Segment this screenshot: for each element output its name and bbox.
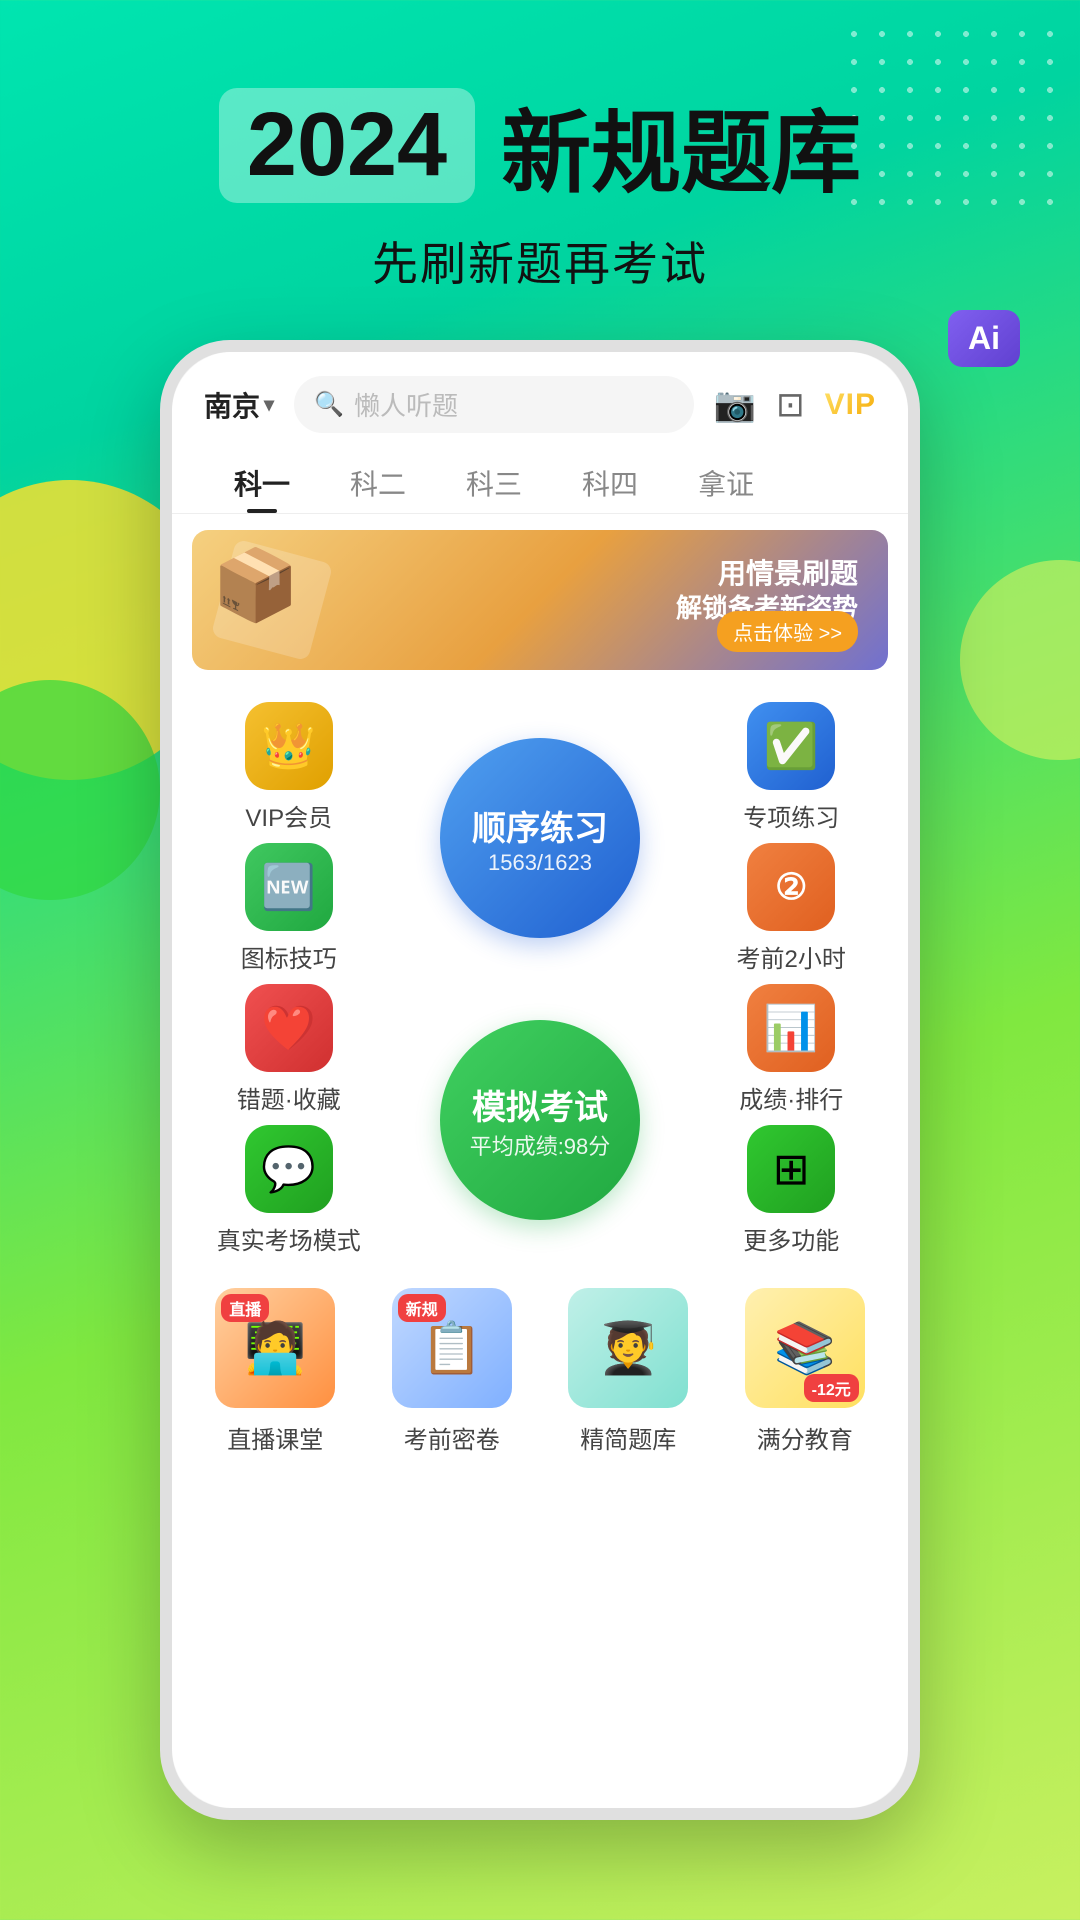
exam-papers-illustration: 📋: [421, 1319, 483, 1378]
search-icon: 🔍: [314, 390, 344, 419]
scores-label: 成绩·排行: [739, 1080, 843, 1115]
grid-cell-more[interactable]: ⊞ 更多功能: [698, 1125, 884, 1256]
tab-ke1[interactable]: 科一: [204, 449, 320, 513]
vip-label: VIP会员: [245, 798, 332, 833]
vip-icon: 👑: [245, 702, 333, 790]
live-class-label: 直播课堂: [227, 1420, 323, 1455]
banner-illustration: 📦: [212, 545, 299, 627]
tab-ke2[interactable]: 科二: [320, 449, 436, 513]
tab-ke4[interactable]: 科四: [552, 449, 668, 513]
tab-nazheng[interactable]: 拿证: [668, 449, 784, 513]
chevron-down-icon: ▾: [264, 392, 274, 417]
new-badge: 新规: [398, 1294, 446, 1322]
more-label: 更多功能: [743, 1221, 839, 1256]
special-practice-label: 专项练习: [743, 798, 839, 833]
exam-room-label: 真实考场模式: [217, 1221, 361, 1256]
location-text: 南京: [204, 385, 260, 425]
full-score-illustration: 📚: [774, 1319, 836, 1378]
grid-cell-special[interactable]: ✅ 专项练习: [698, 702, 884, 833]
ai-badge[interactable]: Ai: [948, 310, 1020, 367]
grid-cell-sequential[interactable]: 顺序练习 1563/1623: [392, 702, 689, 974]
sequential-practice-button[interactable]: 顺序练习 1563/1623: [440, 738, 640, 938]
full-score-label: 满分教育: [757, 1420, 853, 1455]
banner[interactable]: 📦 用情景刷题 解锁备考新姿势 点击体验 >>: [192, 530, 888, 670]
discount-badge: -12元: [804, 1374, 859, 1402]
new-rules-icon: 🆕: [245, 843, 333, 931]
banner-text1: 用情景刷题: [718, 552, 858, 592]
more-icon: ⊞: [747, 1125, 835, 1213]
phone-mockup: 南京 ▾ 🔍 懒人听题 📷 ⊡ VIP 科一 科二 科三: [160, 340, 920, 1820]
grid-cell-exam2h[interactable]: ② 考前2小时: [698, 843, 884, 974]
search-bar[interactable]: 🔍 懒人听题: [294, 376, 694, 433]
grid-cell-vip[interactable]: 👑 VIP会员: [196, 702, 382, 833]
mistakes-icon: ❤️: [245, 984, 333, 1072]
category-simple-questions[interactable]: 🧑‍🎓 精简题库: [545, 1288, 712, 1455]
hero-title: 新规题库: [501, 80, 861, 210]
simple-questions-label: 精简题库: [580, 1420, 676, 1455]
exam-papers-label: 考前密卷: [404, 1420, 500, 1455]
mock-exam-score: 平均成绩:98分: [470, 1129, 611, 1161]
category-live-class[interactable]: 直播 🧑‍💻 直播课堂: [192, 1288, 359, 1455]
header-icons: 📷 ⊡ VIP: [714, 385, 876, 425]
bottom-categories: 直播 🧑‍💻 直播课堂 新规 📋 考前密卷 🧑‍🎓 精简题库: [172, 1272, 908, 1465]
hero-year: 2024: [219, 88, 475, 203]
exam2h-label: 考前2小时: [737, 939, 846, 974]
simple-questions-icon-area: 🧑‍🎓: [568, 1288, 688, 1408]
vip-badge[interactable]: VIP: [825, 388, 876, 422]
category-exam-papers[interactable]: 新规 📋 考前密卷: [369, 1288, 536, 1455]
grid-cell-exam-room[interactable]: 💬 真实考场模式: [196, 1125, 382, 1256]
camera-icon[interactable]: 📷: [714, 385, 756, 425]
scores-icon: 📊: [747, 984, 835, 1072]
category-full-score[interactable]: -12元 📚 满分教育: [722, 1288, 889, 1455]
sequential-practice-label: 顺序练习: [472, 801, 608, 850]
live-class-illustration: 🧑‍💻: [244, 1319, 306, 1378]
live-class-icon-area: 直播 🧑‍💻: [215, 1288, 335, 1408]
sequential-practice-progress: 1563/1623: [488, 850, 592, 876]
new-rules-label: 图标技巧: [241, 939, 337, 974]
mistakes-label: 错题·收藏: [237, 1080, 341, 1115]
live-badge: 直播: [221, 1294, 269, 1322]
app-header: 南京 ▾ 🔍 懒人听题 📷 ⊡ VIP: [172, 352, 908, 449]
hero-section: 2024 新规题库 先刷新题再考试: [0, 80, 1080, 294]
grid-cell-mistakes[interactable]: ❤️ 错题·收藏: [196, 984, 382, 1115]
search-placeholder: 懒人听题: [354, 386, 458, 423]
grid-cell-mock-exam[interactable]: 模拟考试 平均成绩:98分: [392, 984, 689, 1256]
tab-ke3[interactable]: 科三: [436, 449, 552, 513]
location-button[interactable]: 南京 ▾: [204, 385, 274, 425]
exam-papers-icon-area: 新规 📋: [392, 1288, 512, 1408]
exam-room-icon: 💬: [245, 1125, 333, 1213]
grid-cell-new-rules[interactable]: 🆕 图标技巧: [196, 843, 382, 974]
tabs-bar: 科一 科二 科三 科四 拿证: [172, 449, 908, 514]
grid-cell-scores[interactable]: 📊 成绩·排行: [698, 984, 884, 1115]
mock-exam-button[interactable]: 模拟考试 平均成绩:98分: [440, 1020, 640, 1220]
scan-icon[interactable]: ⊡: [776, 385, 805, 425]
mock-exam-label: 模拟考试: [472, 1080, 608, 1129]
main-grid: 👑 VIP会员 顺序练习 1563/1623 ✅ 专项练习 🆕 图标技巧 ②: [172, 686, 908, 1272]
circle-decoration-right: [960, 560, 1080, 760]
banner-cta-button[interactable]: 点击体验 >>: [717, 611, 858, 652]
exam2h-icon: ②: [747, 843, 835, 931]
special-practice-icon: ✅: [747, 702, 835, 790]
full-score-icon-area: -12元 📚: [745, 1288, 865, 1408]
hero-subtitle: 先刷新题再考试: [0, 228, 1080, 294]
simple-questions-illustration: 🧑‍🎓: [597, 1319, 659, 1378]
phone-inner: 南京 ▾ 🔍 懒人听题 📷 ⊡ VIP 科一 科二 科三: [172, 352, 908, 1808]
